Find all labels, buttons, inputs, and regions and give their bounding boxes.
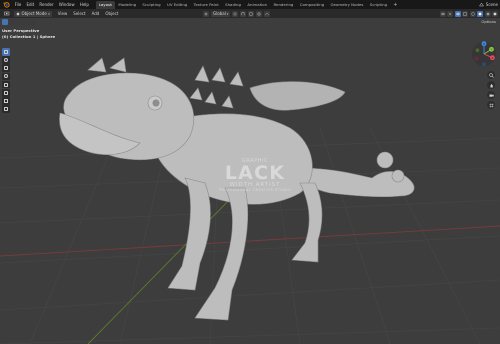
viewport-header: Object Mode ▾ View Select Add Object Glo…	[0, 9, 500, 18]
ortho-toggle-button[interactable]	[487, 101, 495, 109]
menu-file[interactable]: File	[12, 0, 24, 9]
transform-orientation-dropdown[interactable]: Global ▾	[211, 10, 231, 17]
navigation-gizmo[interactable]: Y X Z	[470, 40, 498, 68]
snap-target-icon[interactable]	[248, 10, 255, 17]
grid-icon	[489, 103, 493, 107]
select-subtract-button[interactable]	[16, 19, 22, 25]
add-workspace-button[interactable]: +	[390, 2, 400, 8]
mode-label: Object Mode	[21, 11, 47, 16]
menu-object[interactable]: Object	[102, 11, 121, 16]
pivot-icon[interactable]	[232, 10, 239, 17]
menu-help[interactable]: Help	[77, 0, 91, 9]
menu-add[interactable]: Add	[89, 11, 103, 16]
blender-logo-icon[interactable]	[2, 1, 10, 9]
chevron-down-icon: ▾	[48, 11, 50, 16]
camera-view-button[interactable]	[487, 91, 495, 99]
tab-rendering[interactable]: Rendering	[270, 1, 296, 9]
workspace-tabs: Layout Modeling Sculpting UV Editing Tex…	[95, 0, 401, 9]
wireframe-shading-icon[interactable]	[469, 10, 476, 17]
header-menus: View Select Add Object	[55, 11, 122, 16]
editor-type-button[interactable]	[2, 11, 12, 17]
mode-dropdown[interactable]: Object Mode ▾	[14, 10, 52, 17]
tab-animation[interactable]: Animation	[244, 1, 270, 9]
annotate-icon	[4, 98, 8, 103]
options-dropdown[interactable]: Options	[481, 19, 496, 24]
view-name-label: User Perspective	[2, 28, 40, 33]
tab-shading[interactable]: Shading	[222, 1, 244, 9]
rendered-shading-icon[interactable]	[492, 10, 498, 17]
svg-text:X: X	[491, 56, 493, 60]
pan-button[interactable]	[487, 81, 495, 89]
navigation-tools	[487, 71, 495, 109]
svg-text:Z: Z	[483, 42, 485, 46]
move-icon	[4, 66, 8, 71]
x-axis-line	[0, 225, 500, 257]
transform-controls: Global ▾	[203, 10, 271, 17]
selection-mode-buttons	[2, 19, 36, 25]
floor-grid	[0, 57, 500, 344]
tab-layout[interactable]: Layout	[95, 0, 116, 9]
scene-selector[interactable]: Scene	[478, 0, 500, 9]
select-new-button[interactable]	[2, 19, 8, 25]
menu-render[interactable]: Render	[37, 0, 56, 9]
top-bar: File Edit Render Window Help Layout Mode…	[0, 0, 500, 9]
scale-tool-button[interactable]	[2, 80, 10, 89]
editor-type-icon	[4, 11, 10, 16]
move-tool-button[interactable]	[2, 64, 10, 72]
tab-uv-editing[interactable]: UV Editing	[164, 1, 191, 9]
material-shading-icon[interactable]	[484, 10, 491, 17]
scene-label: Scene	[485, 2, 498, 7]
measure-tool-button[interactable]	[2, 105, 10, 113]
menu-window[interactable]: Window	[56, 0, 77, 9]
scene-icon	[478, 2, 484, 7]
select-box-icon	[4, 49, 8, 54]
scale-icon	[4, 82, 8, 87]
visibility-icon[interactable]	[439, 10, 446, 17]
select-tool-button[interactable]	[2, 48, 10, 56]
cursor-icon	[4, 57, 8, 62]
object-mode-icon	[16, 12, 20, 15]
rotate-tool-button[interactable]	[2, 72, 10, 81]
menu-select[interactable]: Select	[70, 11, 88, 16]
tab-compositing[interactable]: Compositing	[297, 1, 328, 9]
tab-sculpting[interactable]: Sculpting	[139, 1, 164, 9]
camera-icon	[489, 94, 494, 97]
menu-edit[interactable]: Edit	[24, 0, 37, 9]
falloff-icon[interactable]	[264, 10, 271, 17]
menu-view[interactable]: View	[55, 11, 71, 16]
transform-icon	[4, 90, 8, 95]
select-invert-button[interactable]	[23, 19, 29, 25]
orientation-icon[interactable]	[203, 10, 209, 17]
tab-texture-paint[interactable]: Texture Paint	[190, 1, 221, 9]
select-extend-button[interactable]	[9, 19, 15, 25]
gizmo-toggle-icon[interactable]	[447, 10, 453, 17]
cursor-tool-button[interactable]	[2, 56, 10, 64]
proportional-edit-icon[interactable]	[256, 10, 263, 17]
collection-info-label: (0) Collection 1 | Sphere	[2, 33, 56, 39]
solid-shading-icon[interactable]	[477, 10, 483, 17]
measure-icon	[4, 107, 8, 112]
xray-icon[interactable]	[462, 10, 468, 17]
annotate-tool-button[interactable]	[2, 97, 10, 105]
tool-shelf	[2, 48, 10, 113]
tab-modeling[interactable]: Modeling	[115, 1, 139, 9]
overlays-icon[interactable]	[454, 10, 461, 17]
zoom-button[interactable]	[487, 71, 495, 79]
main-menu: File Edit Render Window Help	[12, 0, 92, 9]
3d-viewport[interactable]: User Perspective (0) Collection 1 | Sphe…	[0, 18, 500, 344]
chevron-down-icon: ▾	[226, 11, 229, 16]
snap-icon[interactable]	[240, 10, 247, 17]
hand-icon	[490, 83, 493, 87]
tab-scripting[interactable]: Scripting	[367, 1, 391, 9]
select-intersect-button[interactable]	[30, 19, 36, 25]
tab-geometry-nodes[interactable]: Geometry Nodes	[327, 1, 366, 9]
viewport-shading-controls	[439, 10, 498, 17]
transform-tool-button[interactable]	[2, 88, 10, 97]
dragon-model	[59, 57, 415, 321]
svg-text:Y: Y	[491, 47, 493, 51]
transform-orientation-label: Global	[213, 11, 226, 16]
zoom-icon	[488, 72, 494, 78]
rotate-icon	[4, 74, 8, 79]
